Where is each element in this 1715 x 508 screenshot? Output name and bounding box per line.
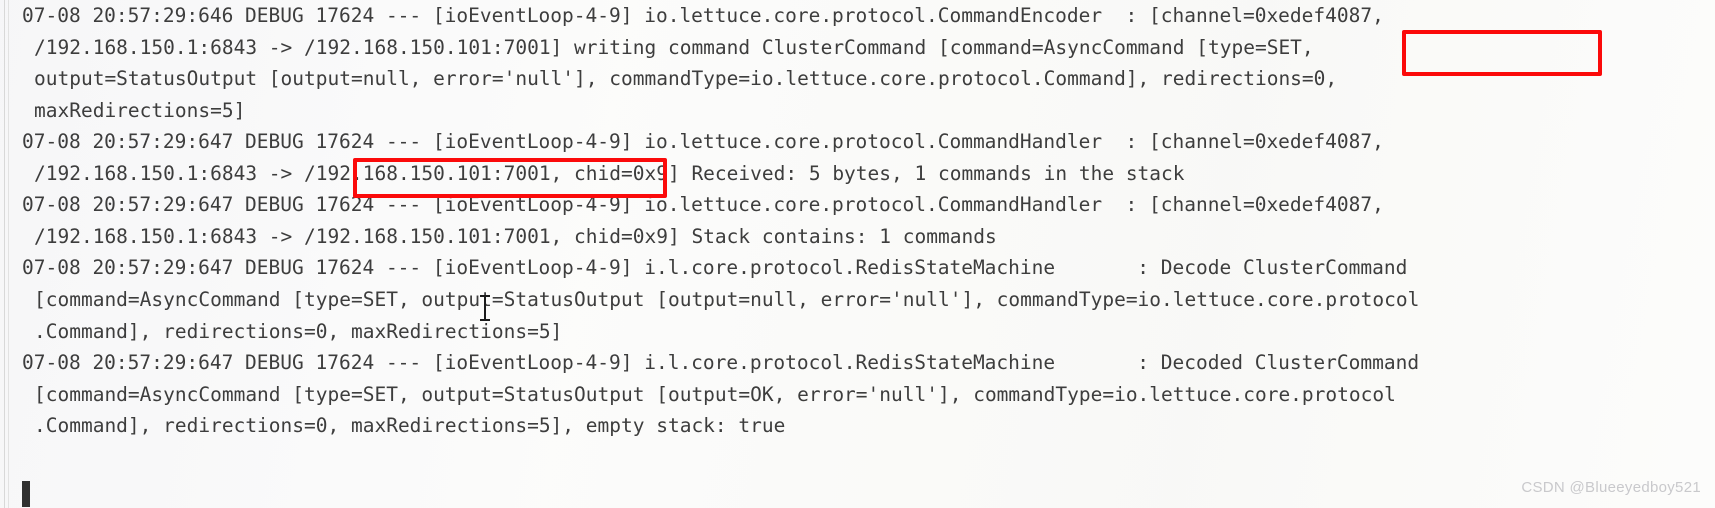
log-line: output=StatusOutput [output=null, error=… <box>34 67 1338 91</box>
log-output-area[interactable]: 07-08 20:57:29:646 DEBUG 17624 --- [ioEv… <box>0 0 1715 508</box>
log-line: 07-08 20:57:29:647 DEBUG 17624 --- [ioEv… <box>22 351 1420 375</box>
log-line: maxRedirections=5] <box>34 98 246 122</box>
log-line: /192.168.150.1:6843 -> /192.168.150.101:… <box>34 35 1314 59</box>
log-line: 07-08 20:57:29:647 DEBUG 17624 --- [ioEv… <box>22 256 1408 280</box>
log-line: 07-08 20:57:29:647 DEBUG 17624 --- [ioEv… <box>22 130 1384 154</box>
log-line: [command=AsyncCommand [type=SET, output=… <box>34 382 1396 406</box>
log-line: 07-08 20:57:29:647 DEBUG 17624 --- [ioEv… <box>22 193 1384 217</box>
log-line: 07-08 20:57:29:646 DEBUG 17624 --- [ioEv… <box>22 4 1384 27</box>
watermark-label: CSDN @Blueeyedboy521 <box>1521 479 1701 496</box>
log-line: [command=AsyncCommand [type=SET, output=… <box>34 287 1420 311</box>
log-console-window: 07-08 20:57:29:646 DEBUG 17624 --- [ioEv… <box>0 0 1715 508</box>
log-line: .Command], redirections=0, maxRedirectio… <box>34 319 563 343</box>
log-line: /192.168.150.1:6843 -> /192.168.150.101:… <box>34 161 1185 185</box>
text-block-caret <box>22 481 30 507</box>
log-line: .Command], redirections=0, maxRedirectio… <box>34 414 786 438</box>
log-line: /192.168.150.1:6843 -> /192.168.150.101:… <box>34 224 997 248</box>
